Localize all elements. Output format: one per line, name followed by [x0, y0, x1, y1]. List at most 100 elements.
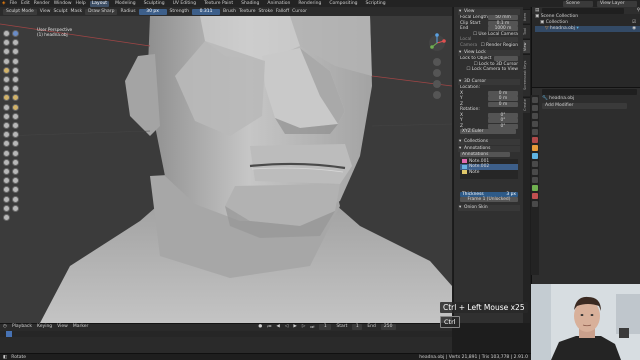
mode-selector[interactable]: Sculpt Mode — [3, 8, 37, 15]
material-icon[interactable] — [532, 193, 538, 199]
sculpt-mesh-render[interactable] — [0, 16, 452, 323]
pinch-brush-icon[interactable] — [3, 94, 10, 102]
current-frame-field[interactable]: 1 — [319, 323, 332, 330]
rotate-icon[interactable] — [12, 195, 19, 203]
brush-dropdown[interactable]: Brush — [223, 9, 236, 14]
mesh-filter-icon[interactable] — [12, 177, 19, 185]
rotation-x-field[interactable]: 0° — [488, 112, 518, 118]
tab-item[interactable]: Item — [523, 9, 530, 23]
falloff-dropdown[interactable]: Falloff — [276, 9, 289, 14]
tab-scripting[interactable]: Scripting — [364, 1, 388, 7]
view-section-header[interactable]: View — [458, 9, 520, 15]
timeline-ruler[interactable] — [0, 331, 452, 337]
location-y-field[interactable]: 0 m — [488, 96, 518, 101]
add-modifier-dropdown[interactable]: Add Modifier — [542, 103, 627, 109]
playhead[interactable] — [6, 331, 12, 337]
fill-brush-icon[interactable] — [12, 76, 19, 83]
local-camera-field[interactable] — [488, 37, 518, 42]
simplify-brush-icon[interactable] — [12, 140, 19, 148]
start-frame-field[interactable]: 1 — [352, 323, 363, 330]
navigation-gizmo[interactable] — [422, 28, 452, 138]
stroke-dropdown[interactable]: Stroke — [259, 9, 273, 14]
multiplane-scrape-icon[interactable] — [12, 85, 19, 93]
rotation-z-field[interactable]: 0° — [488, 123, 518, 129]
cloth-brush-icon[interactable] — [3, 140, 10, 148]
box-hide-icon[interactable] — [12, 158, 19, 166]
box-mask-icon[interactable] — [3, 158, 10, 166]
outliner-search-input[interactable] — [542, 7, 624, 14]
layer-color-swatch[interactable] — [462, 164, 467, 169]
menu-window[interactable]: Window — [54, 1, 72, 6]
view-lock-header[interactable]: View Lock — [458, 50, 520, 56]
annotations-header[interactable]: Annotations — [458, 146, 520, 152]
object-icon[interactable] — [532, 145, 538, 151]
record-icon[interactable]: ● — [258, 324, 262, 329]
render-region-checkbox[interactable]: ☐ Render Region — [481, 43, 518, 49]
play-icon[interactable]: ▶ — [293, 324, 296, 329]
box-face-set-icon[interactable] — [3, 168, 10, 175]
grab-brush-icon[interactable] — [12, 94, 19, 102]
outliner-row-object[interactable]: ▽ headna.obj ▾ ◉ — [535, 26, 640, 32]
blob-brush-icon[interactable] — [12, 57, 19, 65]
annotations-datablock[interactable]: Annotations — [460, 152, 510, 157]
move-icon[interactable] — [3, 195, 10, 203]
tab-uv-editing[interactable]: UV Editing — [171, 1, 198, 7]
pose-brush-icon[interactable] — [12, 112, 19, 120]
3d-cursor-header[interactable]: 3D Cursor — [458, 79, 520, 85]
tab-create[interactable]: Create — [523, 97, 530, 113]
menu-keying[interactable]: Keying — [37, 324, 52, 329]
prev-key-icon[interactable]: ◀ — [276, 324, 279, 329]
layer-color-swatch[interactable] — [462, 159, 467, 164]
boundary-brush-icon[interactable] — [12, 131, 19, 139]
clay-strips-icon[interactable] — [12, 39, 19, 47]
edit-face-set-icon[interactable] — [12, 186, 19, 194]
annotate-icon[interactable] — [3, 214, 10, 221]
annotation-layer-list[interactable]: Note.001 Note.002 Note — [460, 158, 518, 179]
texture-icon[interactable] — [532, 201, 538, 207]
menu-mask[interactable]: Mask — [71, 9, 83, 14]
play-reverse-icon[interactable]: ◁ — [285, 324, 288, 329]
particles-icon[interactable] — [532, 161, 538, 167]
snake-hook-icon[interactable] — [12, 103, 19, 111]
tab-texture-paint[interactable]: Texture Paint — [202, 1, 235, 7]
data-icon[interactable] — [532, 185, 538, 191]
rotation-y-field[interactable]: 0° — [488, 118, 518, 123]
tab-shading[interactable]: Shading — [239, 1, 261, 7]
smooth-brush-icon[interactable] — [12, 66, 19, 74]
tab-modeling[interactable]: Modeling — [113, 1, 137, 7]
thickness-field[interactable]: Thickness 3 px — [460, 191, 518, 197]
menu-view[interactable]: View — [57, 324, 68, 329]
location-z-field[interactable]: 0 m — [488, 101, 518, 107]
jump-start-icon[interactable]: ⏮ — [267, 324, 271, 330]
world-icon[interactable] — [532, 137, 538, 143]
end-frame-field[interactable]: 250 — [380, 323, 396, 330]
clip-end-field[interactable]: 1000 m — [488, 26, 518, 31]
box-trim-icon[interactable] — [12, 168, 19, 175]
mask-brush-icon[interactable] — [3, 149, 10, 157]
rotation-mode-dropdown[interactable]: XYZ Euler — [460, 129, 516, 134]
draw-face-sets-icon[interactable] — [12, 149, 19, 157]
clay-brush-icon[interactable] — [3, 39, 10, 47]
tool-settings-icon[interactable] — [532, 97, 538, 103]
eye-icon[interactable]: ◉ — [632, 26, 636, 32]
lock-to-object-field[interactable] — [494, 56, 518, 61]
nudge-brush-icon[interactable] — [3, 122, 10, 129]
menu-render[interactable]: Render — [34, 1, 50, 6]
menu-help[interactable]: Help — [76, 1, 86, 6]
line-project-icon[interactable] — [3, 177, 10, 185]
lock-camera-to-view-checkbox[interactable]: ☐ Lock Camera to View — [466, 67, 518, 73]
tab-rendering[interactable]: Rendering — [296, 1, 323, 7]
outliner-type-icon[interactable]: ▤ — [535, 8, 539, 13]
draw-sharp-brush-icon[interactable] — [12, 30, 19, 37]
tab-animation[interactable]: Animation — [265, 1, 292, 7]
tab-sculpting[interactable]: Sculpting — [142, 1, 167, 7]
menu-playback[interactable]: Playback — [12, 324, 32, 329]
view-layer-selector[interactable]: View Layer — [597, 0, 637, 7]
collections-header[interactable]: Collections — [458, 139, 520, 145]
clip-start-field[interactable]: 0.1 m — [488, 20, 518, 26]
inflate-brush-icon[interactable] — [3, 57, 10, 65]
flatten-brush-icon[interactable] — [3, 76, 10, 83]
strength-field[interactable]: 0.311 — [192, 8, 221, 15]
jump-end-icon[interactable]: ⏭ — [310, 324, 314, 330]
scene-selector[interactable]: Scene — [563, 0, 593, 7]
